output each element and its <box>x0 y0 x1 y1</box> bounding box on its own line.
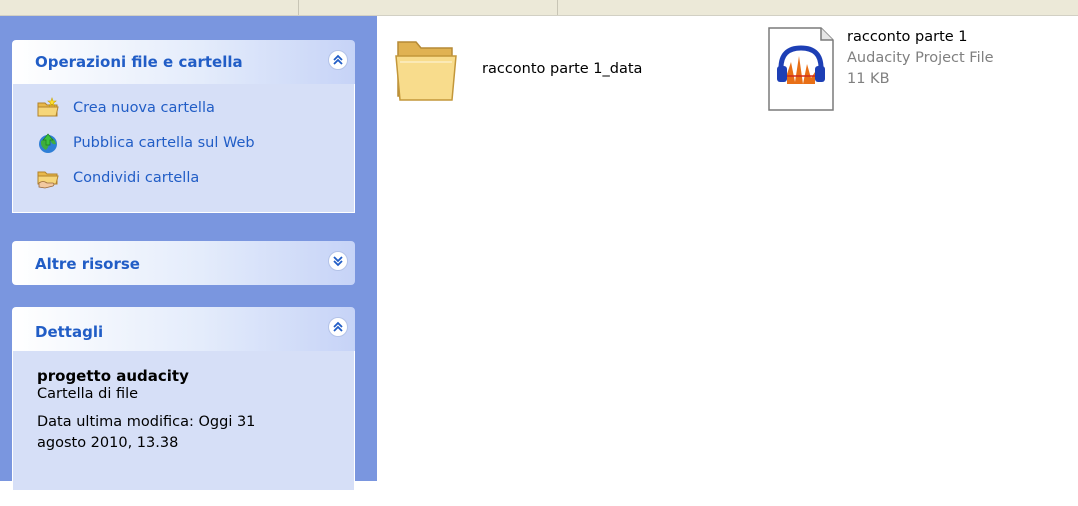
task-share-folder[interactable]: Condividi cartella <box>13 160 354 195</box>
expand-chevron-icon[interactable] <box>328 251 348 271</box>
details-title: Dettagli <box>35 323 104 341</box>
column-header-bar <box>0 0 1078 16</box>
column-divider[interactable] <box>557 0 558 15</box>
file-tasks-body: Crea nuova cartella Pubblica cartella su… <box>12 84 355 213</box>
file-list-view: racconto parte 1_data racconto parte 1 A… <box>378 16 1078 481</box>
file-name: racconto parte 1_data <box>482 61 643 77</box>
task-label: Pubblica cartella sul Web <box>73 134 255 151</box>
details-body: progetto audacity Cartella di file Data … <box>12 351 355 491</box>
file-info: racconto parte 1 Audacity Project File 1… <box>847 27 994 90</box>
details-item-type: Cartella di file <box>37 386 139 402</box>
file-name: racconto parte 1 <box>847 29 968 45</box>
column-divider[interactable] <box>298 0 299 15</box>
file-type: Audacity Project File <box>847 50 994 66</box>
new-folder-icon <box>37 96 59 119</box>
task-label: Condividi cartella <box>73 169 200 186</box>
file-tasks-header[interactable]: Operazioni file e cartella <box>12 40 355 84</box>
folder-icon <box>394 34 458 108</box>
file-tasks-title: Operazioni file e cartella <box>35 53 243 71</box>
details-header[interactable]: Dettagli <box>12 307 355 351</box>
collapse-chevron-icon[interactable] <box>328 50 348 70</box>
collapse-chevron-icon[interactable] <box>328 317 348 337</box>
file-size: 11 KB <box>847 71 890 87</box>
task-pane: Operazioni file e cartella Crea nuova ca… <box>0 16 377 491</box>
details-panel: Dettagli progetto audacity Cartella di f… <box>12 307 355 491</box>
details-item-name: progetto audacity <box>37 367 189 385</box>
file-tasks-panel: Operazioni file e cartella Crea nuova ca… <box>12 40 355 213</box>
task-label: Crea nuova cartella <box>73 99 215 116</box>
file-item-folder[interactable]: racconto parte 1_data <box>394 34 642 108</box>
task-new-folder[interactable]: Crea nuova cartella <box>13 90 354 125</box>
other-places-header[interactable]: Altre risorse <box>12 241 355 285</box>
audacity-file-icon <box>767 26 835 116</box>
file-item-audacity-project[interactable]: racconto parte 1 Audacity Project File 1… <box>767 26 994 116</box>
other-places-title: Altre risorse <box>35 255 140 273</box>
details-modified-date: Data ultima modifica: Oggi 31 agosto 201… <box>37 414 256 451</box>
share-folder-icon <box>37 167 59 189</box>
publish-web-icon <box>37 132 59 154</box>
other-places-panel: Altre risorse <box>12 241 355 285</box>
task-publish-web[interactable]: Pubblica cartella sul Web <box>13 125 354 160</box>
